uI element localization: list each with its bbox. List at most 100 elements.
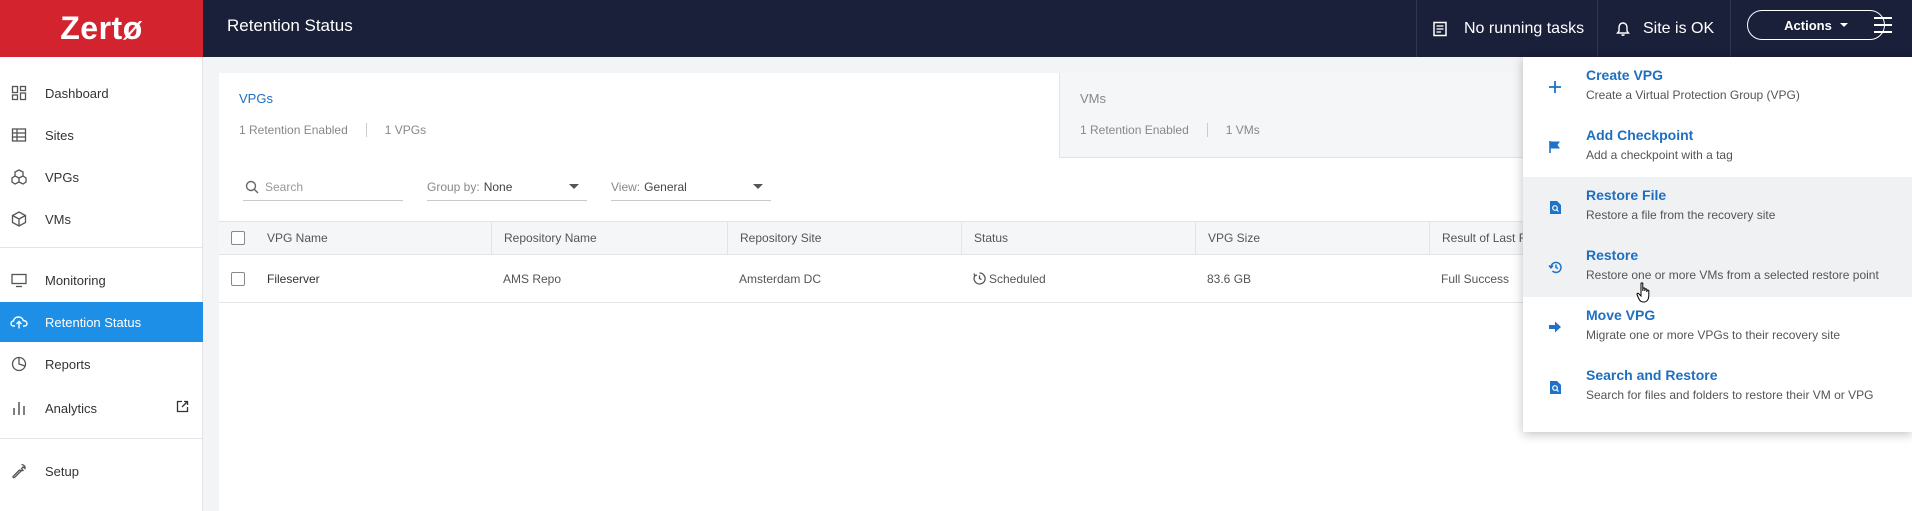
sidebar-item-label: Analytics: [45, 400, 98, 416]
cell-vpg-name[interactable]: Fileserver: [255, 255, 491, 302]
search-icon: [245, 180, 259, 193]
view-label: View:: [611, 179, 641, 194]
vms-retention-count: 1 Retention Enabled: [1080, 123, 1189, 137]
external-link-icon[interactable]: [176, 400, 189, 416]
monitor-icon: [10, 271, 28, 289]
divider: [0, 438, 203, 439]
group-by-label: Group by:: [427, 179, 480, 194]
menu-item-title: Restore File: [1586, 187, 1667, 203]
header-repository-site[interactable]: Repository Site: [727, 222, 961, 254]
sidebar-item-vms[interactable]: VMs: [0, 199, 203, 239]
wrench-icon: [10, 462, 28, 480]
actions-label: Actions: [1784, 17, 1832, 33]
actions-button[interactable]: Actions: [1747, 10, 1885, 40]
divider: [1730, 0, 1731, 57]
menu-item-add-checkpoint[interactable]: Add Checkpoint Add a checkpoint with a t…: [1523, 117, 1912, 177]
vpgs-summary-card[interactable]: VPGs 1 Retention Enabled 1 VPGs: [219, 73, 1059, 158]
sidebar-item-label: VMs: [45, 211, 71, 227]
row-checkbox[interactable]: [231, 271, 245, 286]
divider: [1597, 0, 1598, 57]
cell-repository-name: AMS Repo: [503, 271, 562, 286]
vpgs-total-count: 1 VPGs: [384, 123, 427, 137]
bell-icon: [1616, 21, 1630, 36]
sidebar-item-setup[interactable]: Setup: [0, 451, 203, 491]
divider: [0, 247, 203, 248]
search-placeholder: Search: [265, 179, 304, 194]
site-status-label: Site is OK: [1643, 19, 1715, 37]
menu-item-create-vpg[interactable]: Create VPG Create a Virtual Protection G…: [1523, 57, 1912, 117]
header-vpg-name[interactable]: VPG Name: [255, 222, 491, 254]
divider: [365, 123, 367, 137]
cloud-upload-icon: [10, 313, 28, 331]
sidebar-item-label: Sites: [45, 127, 74, 143]
header-status[interactable]: Status: [961, 222, 1195, 254]
header-repository-name[interactable]: Repository Name: [491, 222, 727, 254]
view-value: General: [644, 179, 687, 194]
menu-item-title: Restore: [1586, 247, 1639, 263]
sidebar-item-monitoring[interactable]: Monitoring: [0, 260, 203, 300]
sidebar-item-retention-status[interactable]: Retention Status: [0, 302, 203, 342]
caret-down-icon: [1839, 23, 1848, 27]
search-input[interactable]: Search: [243, 173, 403, 201]
menu-item-search-and-restore[interactable]: Search and Restore Search for files and …: [1523, 357, 1912, 417]
arrow-right-icon: [1545, 317, 1565, 337]
menu-item-title: Move VPG: [1586, 307, 1656, 323]
cell-vpg-size: 83.6 GB: [1207, 271, 1252, 286]
sidebar-item-label: Monitoring: [45, 272, 106, 288]
page-title: Retention Status: [227, 16, 353, 35]
menu-item-desc: Restore one or more VMs from a selected …: [1586, 268, 1879, 282]
group-by-select[interactable]: Group by: None: [427, 173, 587, 201]
hamburger-menu-icon[interactable]: [1874, 17, 1892, 38]
vpgs-summary-title: VPGs: [239, 91, 273, 106]
status-text: Scheduled: [989, 271, 1046, 286]
file-search-icon: [1545, 377, 1565, 397]
flag-icon: [1545, 137, 1565, 157]
cell-repository-site: Amsterdam DC: [739, 271, 822, 286]
menu-item-title: Create VPG: [1586, 67, 1664, 83]
view-select[interactable]: View: General: [611, 173, 771, 201]
running-tasks-button[interactable]: No running tasks: [1432, 0, 1584, 57]
menu-item-desc: Search for files and folders to restore …: [1586, 388, 1874, 402]
divider: [1416, 0, 1417, 57]
top-bar: Zertø Retention Status No running tasks …: [0, 0, 1912, 57]
sidebar-item-label: VPGs: [45, 169, 79, 185]
row-checkbox-cell: [219, 255, 255, 302]
pie-chart-icon: [10, 355, 28, 373]
select-all-checkbox-cell: [219, 222, 255, 254]
site-status-button[interactable]: Site is OK: [1615, 0, 1714, 57]
dashboard-icon: [10, 84, 28, 102]
history-icon: [1545, 257, 1565, 277]
sidebar: Dashboard Sites VPGs VMs Monitoring Rete…: [0, 57, 203, 511]
tasks-label: No running tasks: [1464, 19, 1585, 37]
vpgs-icon: [10, 168, 28, 186]
sidebar-item-analytics[interactable]: Analytics: [0, 388, 203, 428]
plus-icon: [1545, 77, 1565, 97]
zerto-logo[interactable]: Zertø: [0, 0, 203, 57]
menu-item-restore[interactable]: Restore Restore one or more VMs from a s…: [1523, 237, 1912, 297]
sidebar-item-sites[interactable]: Sites: [0, 115, 203, 155]
sites-icon: [10, 126, 28, 144]
menu-item-desc: Migrate one or more VPGs to their recove…: [1586, 328, 1841, 342]
sidebar-item-dashboard[interactable]: Dashboard: [0, 73, 203, 113]
file-search-icon: [1545, 197, 1565, 217]
sidebar-item-vpgs[interactable]: VPGs: [0, 157, 203, 197]
caret-down-icon: [753, 184, 763, 189]
filter-bar: Search Group by: None View: General: [219, 173, 1119, 207]
divider: [1206, 123, 1208, 137]
vpgs-retention-count: 1 Retention Enabled: [239, 123, 348, 137]
sidebar-item-label: Retention Status: [45, 314, 142, 330]
group-by-value: None: [483, 179, 513, 194]
menu-item-desc: Restore a file from the recovery site: [1586, 208, 1776, 222]
sidebar-item-reports[interactable]: Reports: [0, 344, 203, 384]
menu-item-restore-file[interactable]: Restore File Restore a file from the rec…: [1523, 177, 1912, 237]
menu-item-desc: Create a Virtual Protection Group (VPG): [1586, 88, 1800, 102]
sidebar-item-label: Setup: [45, 463, 79, 479]
vms-total-count: 1 VMs: [1225, 123, 1260, 137]
menu-item-title: Add Checkpoint: [1586, 127, 1694, 143]
sidebar-item-label: Dashboard: [45, 85, 109, 101]
header-vpg-size[interactable]: VPG Size: [1195, 222, 1429, 254]
select-all-checkbox[interactable]: [231, 231, 245, 245]
menu-item-desc: Add a checkpoint with a tag: [1586, 148, 1733, 162]
cell-status: Scheduled: [961, 255, 1195, 302]
menu-item-move-vpg[interactable]: Move VPG Migrate one or more VPGs to the…: [1523, 297, 1912, 357]
